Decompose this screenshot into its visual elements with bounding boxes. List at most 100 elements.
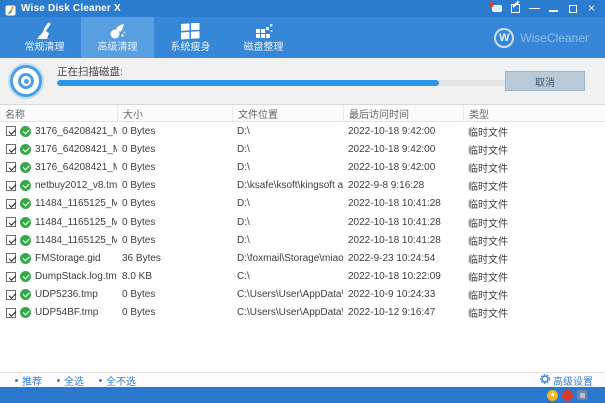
menu-icon[interactable]	[529, 3, 540, 14]
row-checkbox[interactable]	[6, 235, 16, 245]
file-size: 8.0 KB	[117, 271, 232, 282]
table-row[interactable]: 3176_64208421_MVM_3.t... 0 Bytes D:\ 202…	[0, 122, 605, 140]
table-row[interactable]: 11484_1165125_MVM_6.t... 0 Bytes D:\ 202…	[0, 231, 605, 249]
radar-icon	[10, 65, 42, 97]
table-row[interactable]: FMStorage.gid 36 Bytes D:\foxmail\Storag…	[0, 249, 605, 267]
tab-defrag[interactable]: 磁盘整理	[227, 17, 300, 58]
advanced-settings-link[interactable]: 高级设置	[540, 373, 593, 387]
file-size: 0 Bytes	[117, 180, 232, 191]
tray-red-badge-icon[interactable]	[562, 390, 573, 401]
file-name: DumpStack.log.tmp	[35, 271, 117, 282]
maximize-button[interactable]	[567, 3, 578, 14]
taskbar: ★	[0, 387, 605, 403]
table-row[interactable]: 11484_1165125_MVM_3.t... 0 Bytes D:\ 202…	[0, 195, 605, 213]
file-type: 临时文件	[463, 142, 605, 157]
file-location: C:\Users\User\AppData\Roamin...	[232, 289, 343, 300]
row-checkbox[interactable]	[6, 290, 16, 300]
wisecleaner-logo: W WiseCleaner	[494, 28, 589, 48]
column-header[interactable]: 名称	[0, 105, 117, 121]
feedback-icon[interactable]	[510, 3, 521, 14]
row-checkbox[interactable]	[6, 308, 16, 318]
row-checkbox[interactable]	[6, 126, 16, 136]
column-header[interactable]: 类型	[463, 105, 605, 121]
green-check-icon	[20, 144, 31, 155]
column-header[interactable]: 最后访问时间	[343, 105, 463, 121]
row-checkbox[interactable]	[6, 199, 16, 209]
file-type: 临时文件	[463, 287, 605, 302]
selection-links: 推荐全选全不选	[0, 373, 136, 388]
broom-icon	[35, 22, 55, 40]
green-check-icon	[20, 307, 31, 318]
row-checkbox[interactable]	[6, 272, 16, 282]
tray-star-badge-icon[interactable]: ★	[547, 390, 558, 401]
file-type: 临时文件	[463, 160, 605, 175]
file-name: 11484_1165125_MVM_6.t...	[35, 235, 117, 246]
file-size: 0 Bytes	[117, 126, 232, 137]
file-size: 0 Bytes	[117, 217, 232, 228]
tab-bar: 常规清理 高级清理 系统瘦身 磁盘整理 W WiseCleaner	[0, 17, 605, 58]
window-title: Wise Disk Cleaner X	[21, 3, 121, 14]
table-row[interactable]: 11484_1165125_MVM_4.t... 0 Bytes D:\ 202…	[0, 213, 605, 231]
column-header[interactable]: 文件位置	[232, 105, 343, 121]
windows-icon	[181, 22, 200, 40]
app-icon	[5, 3, 16, 14]
row-checkbox[interactable]	[6, 253, 16, 263]
file-type: 临时文件	[463, 124, 605, 139]
file-name: 3176_64208421_MVM_4.t...	[35, 144, 117, 155]
bullet-icon	[15, 379, 18, 382]
row-checkbox[interactable]	[6, 162, 16, 172]
last-access-time: 2022-10-18 10:22:09	[343, 271, 463, 282]
tab-label: 常规清理	[25, 42, 65, 53]
table-row[interactable]: netbuy2012_v8.tmp 0 Bytes D:\ksafe\ksoft…	[0, 177, 605, 195]
file-name: 3176_64208421_MVM_6.t...	[35, 162, 117, 173]
row-checkbox[interactable]	[6, 181, 16, 191]
file-location: C:\	[232, 271, 343, 282]
file-type: 临时文件	[463, 178, 605, 193]
table-row[interactable]: UDP54BF.tmp 0 Bytes C:\Users\User\AppDat…	[0, 304, 605, 322]
tab-sweeper[interactable]: 高级清理	[81, 17, 154, 58]
selection-link[interactable]: 全不选	[99, 373, 136, 388]
sweeper-icon	[108, 22, 128, 40]
file-location: D:\ksafe\ksoft\kingsoft antivirus...	[232, 180, 343, 191]
green-check-icon	[20, 289, 31, 300]
file-type: 临时文件	[463, 233, 605, 248]
last-access-time: 2022-10-18 10:41:28	[343, 217, 463, 228]
tab-broom[interactable]: 常规清理	[8, 17, 81, 58]
table-row[interactable]: 3176_64208421_MVM_6.t... 0 Bytes D:\ 202…	[0, 158, 605, 176]
file-name: 3176_64208421_MVM_3.t...	[35, 126, 117, 137]
file-size: 36 Bytes	[117, 253, 232, 264]
defrag-icon	[254, 22, 274, 40]
cancel-button[interactable]: 取消	[505, 71, 585, 91]
row-checkbox[interactable]	[6, 144, 16, 154]
table-row[interactable]: DumpStack.log.tmp 8.0 KB C:\ 2022-10-18 …	[0, 268, 605, 286]
tab-windows[interactable]: 系统瘦身	[154, 17, 227, 58]
advanced-settings-label: 高级设置	[553, 373, 593, 388]
tray-app-badge-icon[interactable]	[577, 390, 587, 400]
close-button[interactable]: ×	[586, 3, 597, 14]
tab-label: 高级清理	[98, 42, 138, 53]
green-check-icon	[20, 253, 31, 264]
file-name: UDP5236.tmp	[35, 289, 98, 300]
selection-link[interactable]: 推荐	[15, 373, 42, 388]
file-size: 0 Bytes	[117, 235, 232, 246]
green-check-icon	[20, 235, 31, 246]
table-row[interactable]: 3176_64208421_MVM_4.t... 0 Bytes D:\ 202…	[0, 140, 605, 158]
file-location: D:\	[232, 126, 343, 137]
file-size: 0 Bytes	[117, 198, 232, 209]
logo-text: WiseCleaner	[520, 31, 589, 45]
file-size: 0 Bytes	[117, 307, 232, 318]
column-header[interactable]: 大小	[117, 105, 232, 121]
scan-progress-fill	[57, 80, 439, 86]
table-row[interactable]: UDP5236.tmp 0 Bytes C:\Users\User\AppDat…	[0, 286, 605, 304]
minimize-button[interactable]	[548, 3, 559, 14]
green-check-icon	[20, 198, 31, 209]
file-type: 临时文件	[463, 215, 605, 230]
promo-icon[interactable]	[491, 3, 502, 14]
file-location: D:\	[232, 144, 343, 155]
selection-link[interactable]: 全选	[57, 373, 84, 388]
file-location: C:\Users\User\AppData\Roamin...	[232, 307, 343, 318]
results-table: 名称大小文件位置最后访问时间类型 3176_64208421_MVM_3.t..…	[0, 105, 605, 372]
green-check-icon	[20, 180, 31, 191]
tray-icons: ★	[547, 390, 587, 401]
row-checkbox[interactable]	[6, 217, 16, 227]
